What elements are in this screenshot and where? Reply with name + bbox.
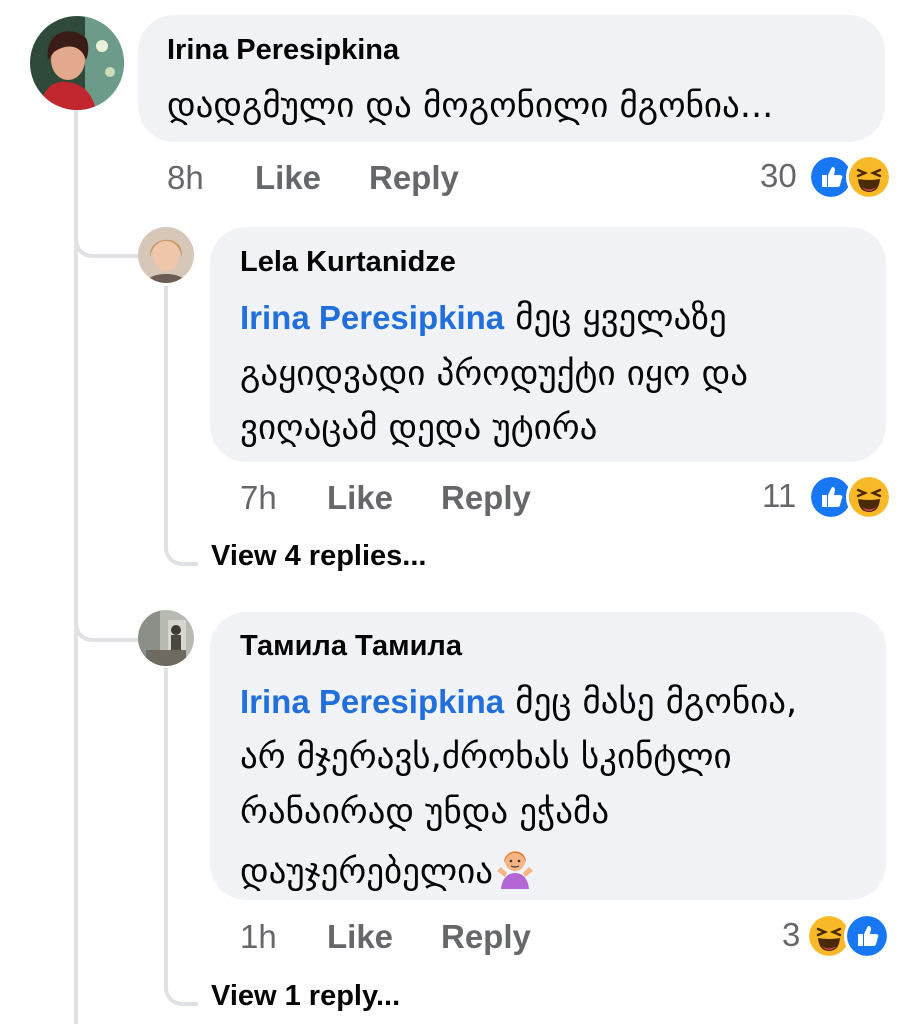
- comment-text-line: დაუჯერებელია: [240, 845, 537, 892]
- mention-link[interactable]: Irina Peresipkina: [240, 683, 504, 720]
- comment-author[interactable]: Lela Kurtanidze: [240, 246, 456, 279]
- thread-branch-1: [74, 210, 138, 258]
- view-replies-link[interactable]: View 4 replies...: [211, 540, 426, 573]
- comment-timestamp[interactable]: 1h: [240, 918, 277, 956]
- thread-branch-reply-2: [164, 960, 198, 1006]
- avatar[interactable]: [138, 610, 194, 666]
- like-button[interactable]: Like: [327, 918, 393, 956]
- like-button[interactable]: Like: [327, 479, 393, 517]
- thread-line-reply-2: [164, 668, 168, 978]
- reaction-count[interactable]: 11: [762, 477, 796, 515]
- reaction-count[interactable]: 30: [760, 157, 797, 195]
- comment-timestamp[interactable]: 8h: [167, 159, 204, 197]
- thread-branch-reply-1: [164, 520, 198, 566]
- comment-text: მეც ყველაზე: [515, 298, 727, 338]
- comment-text-line: Irina Peresipkina მეც ყველაზე: [240, 298, 727, 338]
- comment-text-line: Irina Peresipkina მეც მასე მგონია,: [240, 682, 797, 722]
- haha-icon[interactable]: [846, 154, 892, 200]
- comment-author[interactable]: Тамила Тамила: [240, 630, 462, 663]
- person-shrugging-emoji: [497, 851, 534, 889]
- comment-text: მეც მასე მგონია,: [515, 682, 798, 722]
- reply-button[interactable]: Reply: [441, 918, 531, 956]
- haha-icon[interactable]: [846, 474, 892, 520]
- view-replies-link[interactable]: View 1 reply...: [211, 980, 400, 1013]
- comment-timestamp[interactable]: 7h: [240, 479, 277, 517]
- reply-button[interactable]: Reply: [369, 159, 459, 197]
- comment-text-line: არ მჯერავს,ძროხას სკინტლი: [240, 737, 732, 777]
- comment-text-line: დადგმული და მოგონილი მგონია...: [167, 86, 774, 126]
- comment-text: დაუჯერებელია: [240, 852, 494, 892]
- comment-text-line: გაყიდვადი პროდუქტი იყო და: [240, 354, 748, 394]
- reply-button[interactable]: Reply: [441, 479, 531, 517]
- mention-link[interactable]: Irina Peresipkina: [240, 299, 504, 336]
- reaction-count[interactable]: 3: [782, 916, 800, 954]
- avatar[interactable]: [30, 16, 124, 110]
- like-icon[interactable]: [844, 913, 890, 959]
- like-button[interactable]: Like: [255, 159, 321, 197]
- avatar[interactable]: [138, 227, 194, 283]
- comment-text-line: რანაირად უნდა ეჭამა: [240, 792, 610, 832]
- thread-line-reply-1: [164, 286, 168, 536]
- thread-branch-2: [74, 600, 138, 642]
- comment-text-line: ვიღაცამ დედა უტირა: [240, 408, 598, 448]
- comment-author[interactable]: Irina Peresipkina: [167, 34, 399, 67]
